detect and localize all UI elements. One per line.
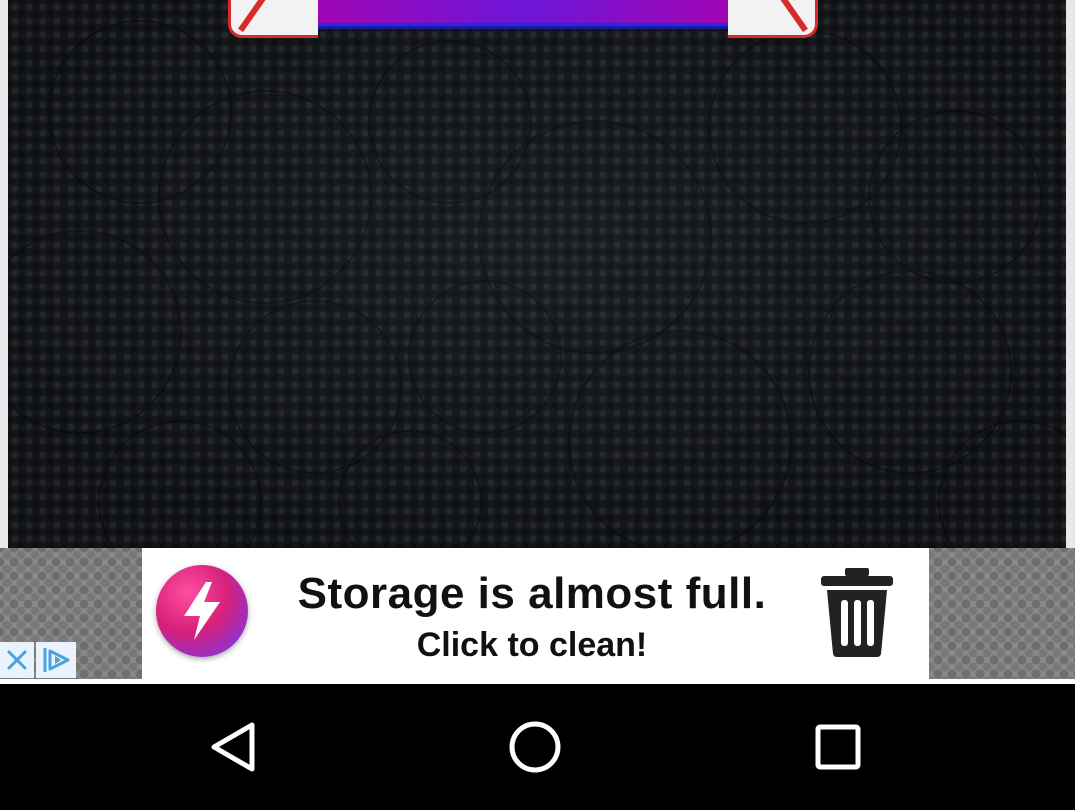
- back-button[interactable]: [203, 717, 263, 777]
- recents-button[interactable]: [808, 717, 868, 777]
- ad-banner[interactable]: Storage is almost full. Click to clean!: [142, 548, 929, 679]
- navigation-bar: [0, 684, 1075, 810]
- close-icon[interactable]: [0, 642, 34, 678]
- banner-bar: [250, 0, 796, 29]
- game-area: [0, 0, 1075, 548]
- ad-subtitle: Click to clean!: [416, 626, 648, 664]
- back-triangle-icon: [211, 722, 255, 772]
- home-circle-icon: [509, 721, 561, 773]
- lightning-bolt-icon: [156, 565, 248, 657]
- banner-tab-left: [228, 0, 318, 38]
- ad-text: Storage is almost full. Click to clean!: [292, 568, 772, 666]
- top-banner: [228, 0, 818, 40]
- trash-icon: [817, 566, 897, 658]
- banner-tab-right: [728, 0, 818, 38]
- home-button[interactable]: [505, 717, 565, 777]
- game-canvas[interactable]: [8, 0, 1066, 548]
- adchoices-icon[interactable]: [36, 642, 76, 678]
- recents-square-icon: [815, 724, 861, 770]
- ad-controls: [0, 642, 78, 678]
- ad-title: Storage is almost full.: [297, 569, 767, 618]
